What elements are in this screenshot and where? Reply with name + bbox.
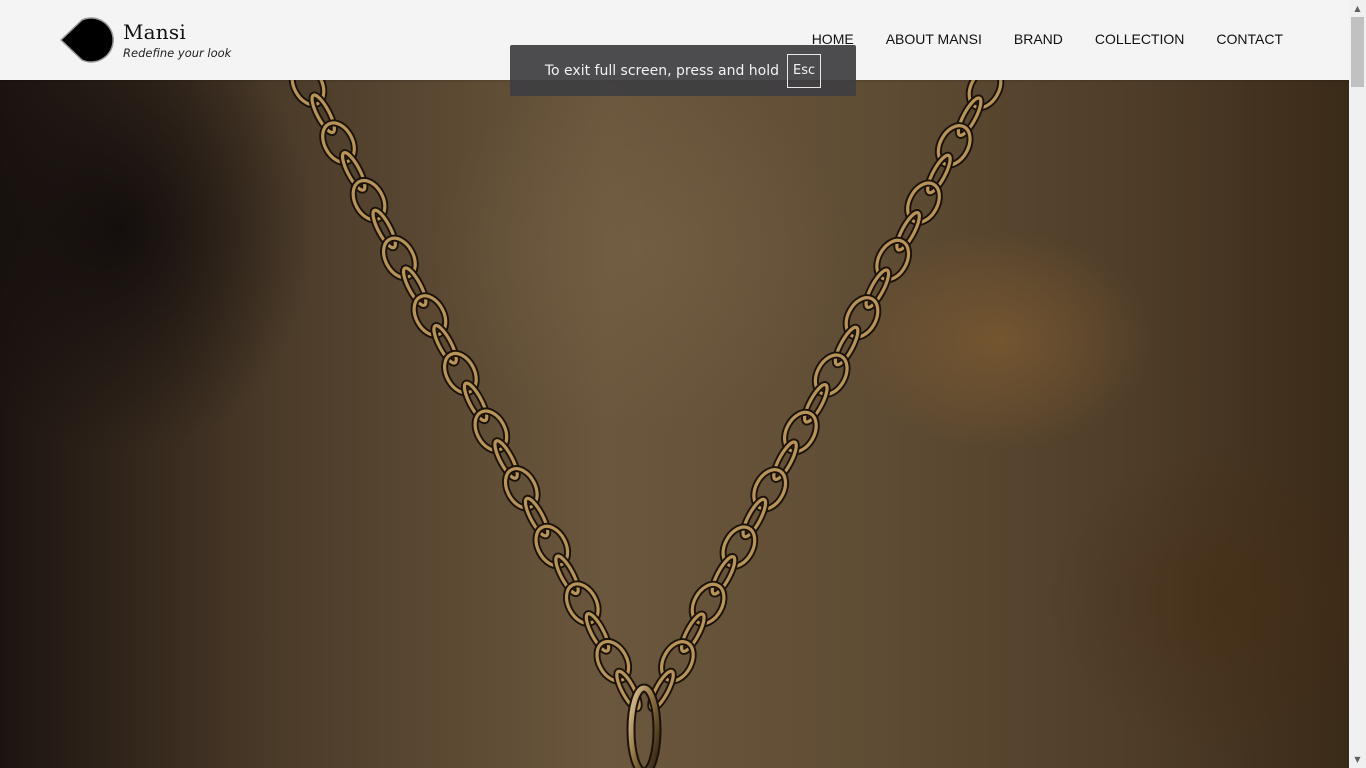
nav-item-collection[interactable]: COLLECTION: [1095, 31, 1184, 47]
fullscreen-exit-notice: To exit full screen, press and hold Esc: [510, 45, 856, 96]
chain-illustration: [288, 61, 1005, 768]
scrollbar-thumb[interactable]: [1351, 17, 1364, 87]
scroll-up-arrow-icon[interactable]: ▲: [1349, 0, 1366, 17]
fullscreen-notice-text: To exit full screen, press and hold: [544, 62, 779, 79]
nav-item-about[interactable]: ABOUT MANSI: [886, 31, 982, 47]
vertical-scrollbar[interactable]: ▲ ▼: [1349, 0, 1366, 768]
page-viewport: Mansi Redefine your look HOME ABOUT MANS…: [0, 0, 1349, 768]
chain-left-strand: [288, 61, 643, 713]
brand-name[interactable]: Mansi: [123, 20, 186, 44]
brand-logo-icon[interactable]: [58, 16, 116, 64]
chain-center-clasp: [626, 683, 662, 768]
nav-item-contact[interactable]: CONTACT: [1216, 31, 1283, 47]
nav-item-brand[interactable]: BRAND: [1014, 31, 1063, 47]
brand-tagline: Redefine your look: [123, 46, 232, 60]
esc-key-badge: Esc: [787, 53, 822, 88]
chain-right-strand: [647, 64, 1005, 713]
hero-necklace-image: [0, 0, 1349, 768]
main-nav: HOME ABOUT MANSI BRAND COLLECTION CONTAC…: [812, 31, 1283, 47]
scroll-down-arrow-icon[interactable]: ▼: [1349, 751, 1366, 768]
